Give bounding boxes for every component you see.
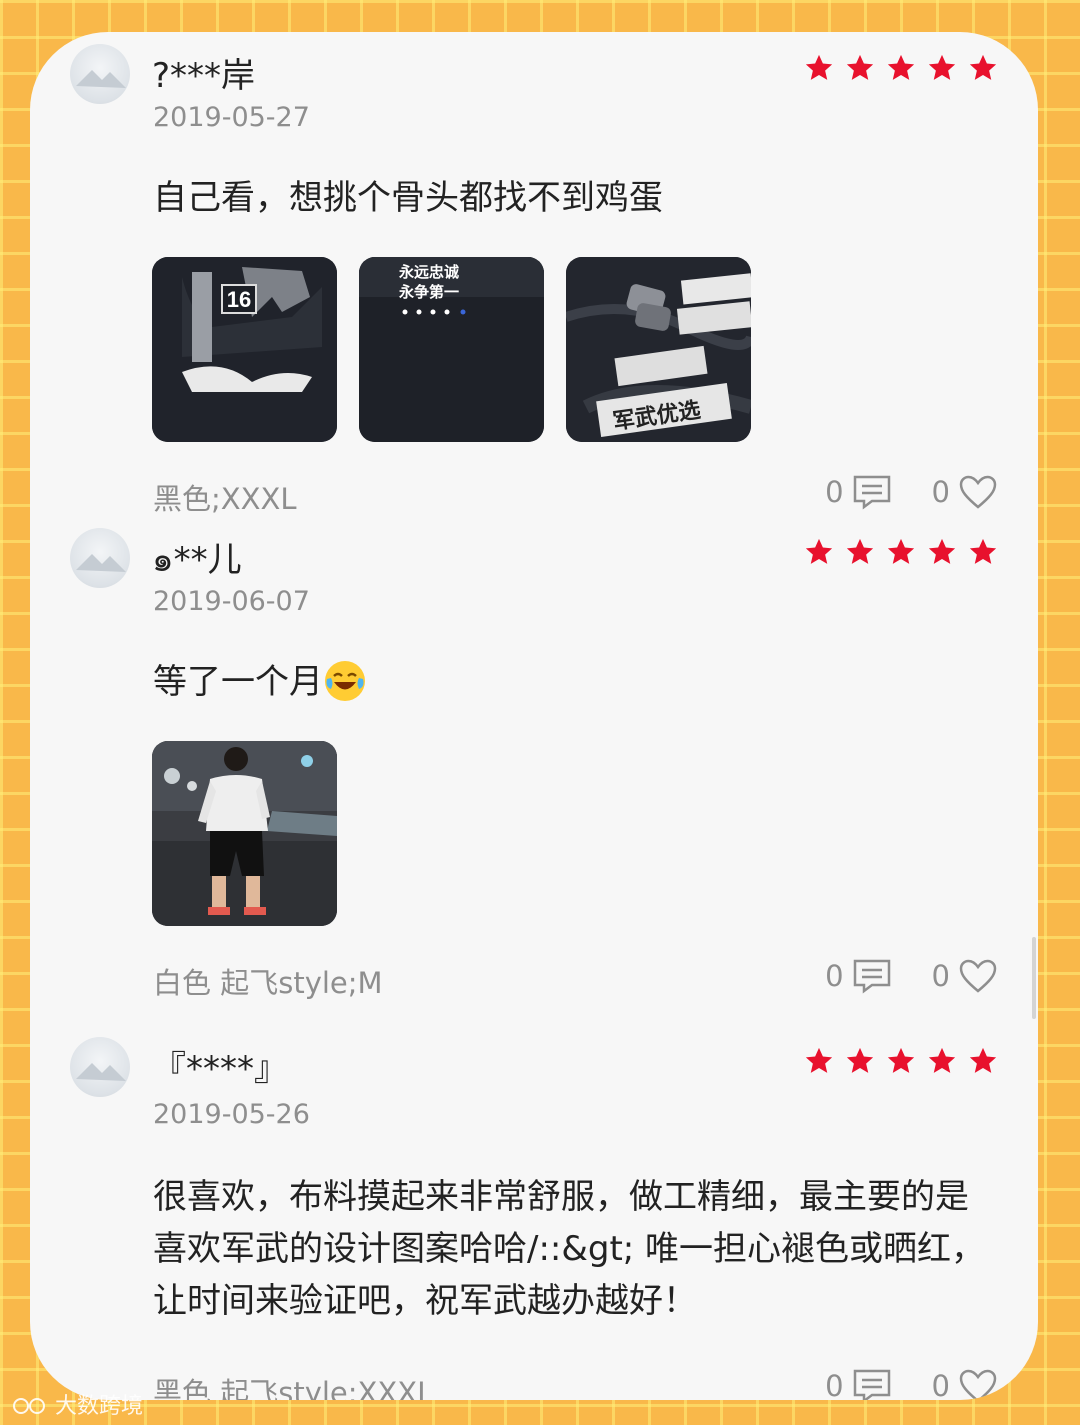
laughing-crying-emoji xyxy=(325,660,365,701)
like-count: 0 xyxy=(931,475,950,509)
review-actions: 0 0 xyxy=(825,474,998,510)
scrollbar[interactable] xyxy=(1032,937,1036,1019)
watermark-text: 大数跨境 xyxy=(55,1394,144,1419)
star-icon xyxy=(805,1047,833,1073)
review-date: 2019-05-26 xyxy=(153,1099,310,1130)
avatar[interactable] xyxy=(70,528,130,588)
review-actions: 0 0 xyxy=(825,1368,998,1400)
comment-icon xyxy=(853,959,890,994)
review-text: 等了一个月 xyxy=(153,662,323,702)
like-count: 0 xyxy=(931,1369,950,1400)
heart-icon xyxy=(959,475,997,509)
review-text: 很喜欢，布料摸起来非常舒服，做工精细，最主要的是喜欢军武的设计图案哈哈/::&g… xyxy=(153,1177,986,1321)
variant-label: 黑色;XXXL xyxy=(153,482,297,516)
star-icon xyxy=(887,538,915,564)
black-tshirt-front-photo[interactable]: 16 xyxy=(152,257,337,442)
variant-label: 黑色 起飞style;XXXL xyxy=(153,1376,434,1400)
comment-count: 0 xyxy=(825,1369,844,1400)
avatar[interactable] xyxy=(70,1037,130,1097)
review-text-row: 等了一个月 xyxy=(153,656,993,708)
star-icon xyxy=(887,1047,915,1073)
review-photos: 16 永远忠诚永争第一 军武优选 xyxy=(152,257,751,442)
username: 『****』 xyxy=(152,1049,288,1089)
comment-icon xyxy=(853,475,890,510)
review-date: 2019-06-07 xyxy=(153,586,310,617)
heart-icon xyxy=(959,959,997,993)
watermark-logo-icon xyxy=(13,1398,45,1414)
like-count: 0 xyxy=(931,959,950,993)
review-card: ?***岸 2019-05-27 自己看，想挑个骨头都找不到鸡蛋 16 永远忠诚… xyxy=(30,32,1038,1400)
star-icon xyxy=(928,538,956,564)
variant-label: 白色 起飞style;M xyxy=(153,966,383,1000)
watermark: 大数跨境 xyxy=(12,1388,143,1420)
star-icon xyxy=(846,1047,874,1073)
star-icon xyxy=(928,1047,956,1073)
rating-stars xyxy=(804,53,998,83)
username: ?***岸 xyxy=(152,56,256,96)
star-icon xyxy=(846,54,874,80)
review-photos xyxy=(152,741,337,926)
rating-stars xyxy=(804,1046,998,1076)
review-text: 自己看，想挑个骨头都找不到鸡蛋 xyxy=(153,178,663,218)
star-icon xyxy=(969,538,997,564)
review-date: 2019-05-27 xyxy=(153,102,310,133)
star-icon xyxy=(969,1047,997,1073)
star-icon xyxy=(887,54,915,80)
like-button[interactable]: 0 xyxy=(932,474,998,510)
black-tshirt-back-photo[interactable]: 永远忠诚永争第一 xyxy=(359,257,544,442)
star-icon xyxy=(805,54,833,80)
rating-stars xyxy=(804,537,998,567)
comment-count: 0 xyxy=(825,959,844,993)
brand-tags-photo[interactable]: 军武优选 xyxy=(566,257,751,442)
star-icon xyxy=(846,538,874,564)
username: ๑**儿 xyxy=(152,540,242,580)
star-icon xyxy=(928,54,956,80)
star-icon xyxy=(969,54,997,80)
like-button[interactable]: 0 xyxy=(932,1368,998,1400)
comment-icon xyxy=(853,1369,890,1400)
review-actions: 0 0 xyxy=(825,958,998,994)
star-icon xyxy=(805,538,833,564)
photo-caption: 16 xyxy=(227,287,251,312)
man-in-white-tshirt-photo[interactable] xyxy=(152,741,337,926)
heart-icon xyxy=(959,1369,997,1400)
comment-button[interactable]: 0 xyxy=(825,958,891,994)
comment-count: 0 xyxy=(825,475,844,509)
like-button[interactable]: 0 xyxy=(932,958,998,994)
comment-button[interactable]: 0 xyxy=(825,1368,891,1400)
avatar[interactable] xyxy=(70,44,130,104)
comment-button[interactable]: 0 xyxy=(825,474,891,510)
